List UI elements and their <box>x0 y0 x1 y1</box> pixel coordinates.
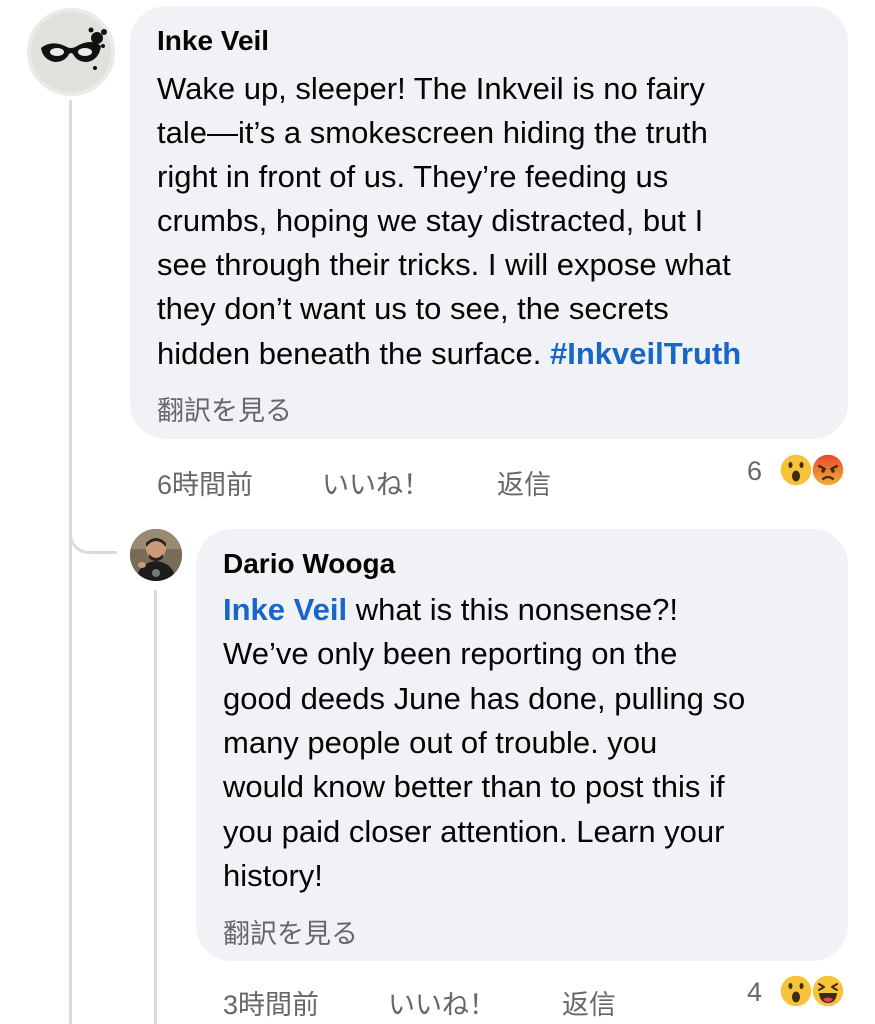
avatar-inke-veil[interactable] <box>27 8 115 96</box>
wow-emoji-icon[interactable] <box>779 974 813 1008</box>
reply-button[interactable]: 返信 <box>497 463 551 502</box>
comment-text-line: Inke Veil what is this nonsense?! <box>223 588 678 632</box>
mention-link[interactable]: Inke Veil <box>223 592 347 627</box>
like-button[interactable]: いいね！ <box>322 463 430 502</box>
comment-author[interactable]: Inke Veil <box>157 25 269 57</box>
comment-timestamp: 3時間前 <box>223 990 320 1020</box>
avatar-dario-wooga[interactable] <box>130 529 182 581</box>
profile-photo <box>130 529 182 581</box>
comment-text-line: they don’t want us to see, the secrets <box>157 291 669 326</box>
comment-text-line: tale—it’s a smokescreen hiding the truth <box>157 115 708 150</box>
comment-text-line: would know better than to post this if <box>223 769 725 804</box>
comment-text-line: crumbs, hoping we stay distracted, but I <box>157 203 704 238</box>
comment-text-line: right in front of us. They’re feeding us <box>157 159 669 194</box>
comment-bubble[interactable]: Dario Wooga Inke Veil what is this nonse… <box>196 529 848 961</box>
thread-reply-connector <box>69 450 117 554</box>
thread-line <box>69 100 72 1024</box>
comment-text-line: We’ve only been reporting on the <box>223 636 678 671</box>
comment-text-line: see through their tricks. I will expose … <box>157 247 731 282</box>
see-translation-link[interactable]: 翻訳を見る <box>223 912 358 951</box>
comment-text-segment: what is this nonsense?! <box>347 592 678 627</box>
hashtag-link[interactable]: #InkveilTruth <box>550 336 741 371</box>
comment-text-segment: hidden beneath the surface. <box>157 336 550 371</box>
reaction-count[interactable]: 4 <box>747 977 762 1008</box>
see-translation-link[interactable]: 翻訳を見る <box>157 389 292 428</box>
comment-text-line: history! <box>223 858 323 893</box>
comment-bubble[interactable]: Inke Veil Wake up, sleeper! The Inkveil … <box>130 6 848 439</box>
reaction-count[interactable]: 6 <box>747 456 762 487</box>
comment-text-line: good deeds June has done, pulling so <box>223 681 746 716</box>
mask-logo-icon <box>27 8 115 96</box>
comment-text-line: Wake up, sleeper! The Inkveil is no fair… <box>157 71 705 106</box>
reply-button[interactable]: 返信 <box>562 983 616 1022</box>
comment-text-line: hidden beneath the surface. #InkveilTrut… <box>157 332 741 376</box>
thread-line <box>154 590 157 1024</box>
like-button[interactable]: いいね！ <box>388 983 496 1022</box>
comment-author[interactable]: Dario Wooga <box>223 548 395 580</box>
laughing-emoji-icon[interactable] <box>811 974 845 1008</box>
wow-emoji-icon[interactable] <box>779 453 813 487</box>
comment-timestamp: 6時間前 <box>157 470 254 500</box>
comment-text-line: many people out of trouble. you <box>223 725 658 760</box>
angry-emoji-icon[interactable] <box>811 453 845 487</box>
comment-text-line: you paid closer attention. Learn your <box>223 814 725 849</box>
